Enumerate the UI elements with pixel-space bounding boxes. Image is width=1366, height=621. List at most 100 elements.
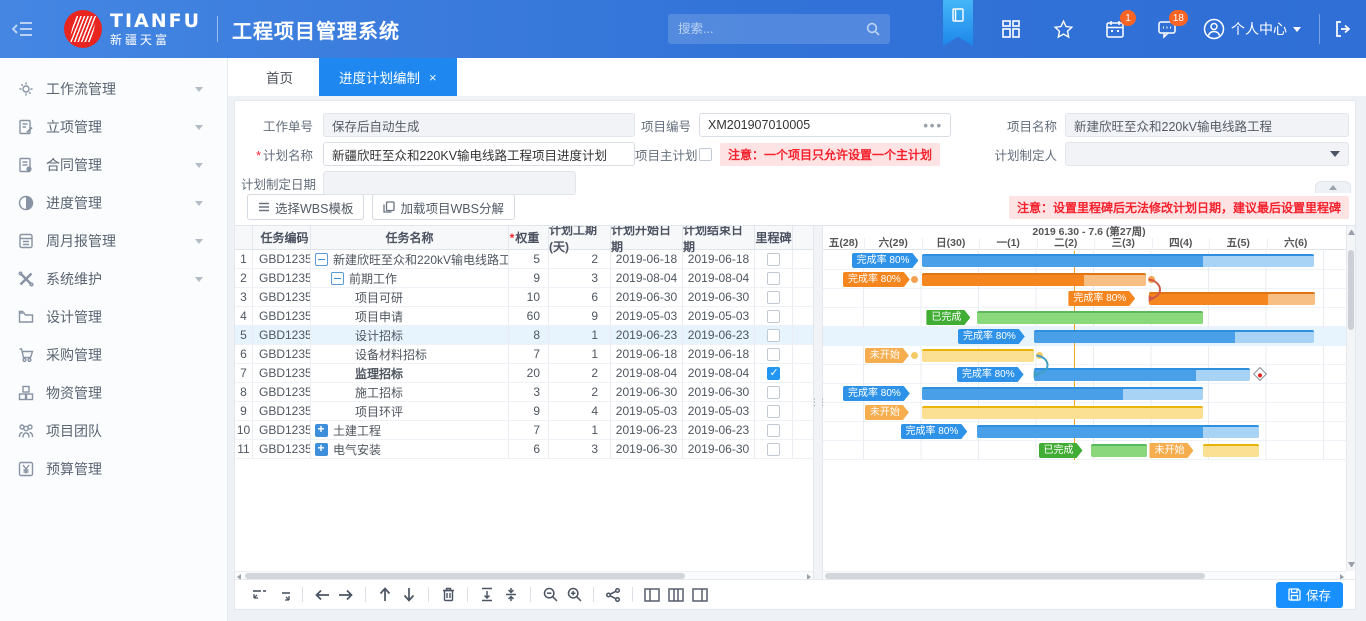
- task-row-2[interactable]: 2GBD1235前期工作932019-08-042019-08-04: [235, 269, 813, 288]
- milestone-checkbox[interactable]: [767, 367, 780, 380]
- task-row-10[interactable]: 10GBD1235土建工程712019-06-232019-06-23: [235, 421, 813, 440]
- tab-close-icon[interactable]: ×: [429, 70, 437, 85]
- move-task-up-icon[interactable]: [373, 584, 397, 606]
- gantt-bar[interactable]: [922, 406, 1204, 419]
- scroll-right-icon[interactable]: [1340, 574, 1344, 580]
- milestone-checkbox[interactable]: [767, 272, 780, 285]
- zoom-out-icon[interactable]: [538, 584, 562, 606]
- sidebar-item-进度管理[interactable]: 进度管理: [0, 184, 227, 222]
- task-row-6[interactable]: 6GBD1235设备材料招标712019-06-182019-06-18: [235, 345, 813, 364]
- indent-task-icon[interactable]: [334, 584, 358, 606]
- sidebar-item-合同管理[interactable]: 合同管理: [0, 146, 227, 184]
- layout-split-icon[interactable]: [664, 584, 688, 606]
- scrollbar-thumb[interactable]: [1348, 250, 1354, 330]
- layout-grid-only-icon[interactable]: [640, 584, 664, 606]
- search-input[interactable]: [678, 22, 866, 36]
- gantt-bar[interactable]: [922, 273, 1146, 286]
- set-task-start-icon[interactable]: [247, 584, 271, 606]
- task-row-3[interactable]: 3GBD1235项目可研1062019-06-302019-06-30: [235, 288, 813, 307]
- search-icon[interactable]: [866, 22, 880, 36]
- link-tasks-icon[interactable]: [601, 584, 625, 606]
- sidebar-item-物资管理[interactable]: 物资管理: [0, 374, 227, 412]
- messages-icon[interactable]: 18: [1155, 17, 1179, 41]
- gantt-bar[interactable]: [922, 349, 1034, 362]
- search-box[interactable]: [668, 14, 890, 44]
- sidebar-item-系统维护[interactable]: 系统维护: [0, 260, 227, 298]
- task-row-11[interactable]: 11GBD1235电气安装632019-06-302019-06-30: [235, 440, 813, 459]
- task-row-1[interactable]: 1GBD1235新建欣旺至众和220kV输电线路工程522019-06-1820…: [235, 250, 813, 269]
- split-drag-handle[interactable]: ⋮⋮: [813, 226, 823, 579]
- milestone-checkbox[interactable]: [767, 329, 780, 342]
- task-row-7[interactable]: 7GBD1235监理招标2022019-08-042019-08-04: [235, 364, 813, 383]
- save-button[interactable]: 保存: [1276, 582, 1343, 608]
- apps-grid-icon[interactable]: [999, 17, 1023, 41]
- milestone-checkbox[interactable]: [767, 310, 780, 323]
- favorites-star-icon[interactable]: [1051, 17, 1075, 41]
- sidebar-item-项目团队[interactable]: 项目团队: [0, 412, 227, 450]
- task-row-4[interactable]: 4GBD1235项目申请6092019-05-032019-05-03: [235, 307, 813, 326]
- milestone-checkbox[interactable]: [767, 291, 780, 304]
- task-row-9[interactable]: 9GBD1235项目环评942019-05-032019-05-03: [235, 402, 813, 421]
- scroll-left-icon[interactable]: [237, 574, 241, 580]
- tree-collapse-icon[interactable]: [331, 272, 344, 285]
- outdent-task-icon[interactable]: [310, 584, 334, 606]
- tab-首页[interactable]: 首页: [240, 58, 319, 96]
- milestone-checkbox[interactable]: [767, 424, 780, 437]
- project-no-more-button[interactable]: •••: [923, 118, 943, 133]
- grid-horizontal-scrollbar[interactable]: [235, 571, 813, 579]
- select-wbs-template-button[interactable]: 选择WBS模板: [247, 194, 364, 220]
- tree-expand-icon[interactable]: [315, 424, 328, 437]
- gantt-bar[interactable]: [1034, 368, 1251, 381]
- move-task-down-icon[interactable]: [397, 584, 421, 606]
- collapse-rows-icon[interactable]: [475, 584, 499, 606]
- task-weight: 8: [509, 326, 549, 344]
- form-collapse-button[interactable]: [1315, 181, 1351, 193]
- gantt-bar[interactable]: [922, 254, 1314, 267]
- tab-进度计划编制[interactable]: 进度计划编制×: [319, 58, 457, 96]
- milestone-checkbox[interactable]: [767, 253, 780, 266]
- project-no-field[interactable]: [699, 113, 951, 137]
- plan-maker-select[interactable]: [1065, 142, 1349, 166]
- gantt-bar[interactable]: [1091, 444, 1148, 457]
- tree-expand-icon[interactable]: [315, 443, 328, 456]
- load-project-wbs-button[interactable]: 加载项目WBS分解: [372, 194, 514, 220]
- scroll-right-icon[interactable]: [807, 574, 811, 580]
- sidebar-item-预算管理[interactable]: 预算管理: [0, 450, 227, 488]
- calendar-icon[interactable]: 1: [1103, 17, 1127, 41]
- gantt-bar[interactable]: [977, 425, 1259, 438]
- gantt-bar[interactable]: [922, 387, 1204, 400]
- sidebar-collapse-button[interactable]: [0, 0, 46, 58]
- layout-gantt-only-icon[interactable]: [688, 584, 712, 606]
- zoom-in-icon[interactable]: [562, 584, 586, 606]
- sidebar-item-设计管理[interactable]: 设计管理: [0, 298, 227, 336]
- milestone-checkbox[interactable]: [767, 386, 780, 399]
- sidebar-item-立项管理[interactable]: 立项管理: [0, 108, 227, 146]
- gantt-vertical-scrollbar[interactable]: [1346, 226, 1355, 571]
- milestone-checkbox[interactable]: [767, 443, 780, 456]
- scrollbar-thumb[interactable]: [245, 573, 685, 579]
- scroll-up-icon[interactable]: [1348, 230, 1355, 235]
- set-task-end-icon[interactable]: [271, 584, 295, 606]
- milestone-checkbox[interactable]: [767, 405, 780, 418]
- milestone-checkbox[interactable]: [767, 348, 780, 361]
- master-plan-checkbox[interactable]: [699, 148, 712, 161]
- sidebar-item-周月报管理[interactable]: 周月报管理: [0, 222, 227, 260]
- gantt-horizontal-scrollbar[interactable]: [823, 571, 1346, 579]
- task-row-5[interactable]: 5GBD1235设计招标812019-06-232019-06-23: [235, 326, 813, 345]
- plan-name-field[interactable]: [323, 142, 635, 166]
- task-row-8[interactable]: 8GBD1235施工招标322019-06-302019-06-30: [235, 383, 813, 402]
- scrollbar-thumb[interactable]: [825, 573, 1205, 579]
- tree-collapse-icon[interactable]: [315, 253, 328, 266]
- sidebar-item-工作流管理[interactable]: 工作流管理: [0, 70, 227, 108]
- gantt-bar[interactable]: [1203, 444, 1259, 457]
- scroll-down-icon[interactable]: [1348, 562, 1355, 567]
- sidebar-item-采购管理[interactable]: 采购管理: [0, 336, 227, 374]
- expand-rows-icon[interactable]: [499, 584, 523, 606]
- user-menu[interactable]: 个人中心: [1203, 18, 1301, 40]
- gantt-bar[interactable]: [1149, 292, 1316, 305]
- delete-task-icon[interactable]: [436, 584, 460, 606]
- gantt-bar[interactable]: [977, 311, 1203, 324]
- logout-button[interactable]: [1320, 0, 1366, 58]
- gantt-bar[interactable]: [1034, 330, 1314, 343]
- bookmark-icon[interactable]: [943, 0, 973, 46]
